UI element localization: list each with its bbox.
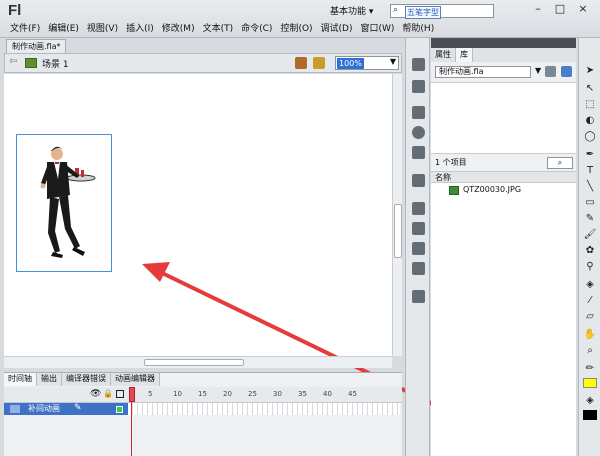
pencil-icon: ✎ <box>74 403 82 413</box>
frame-number: 20 <box>223 390 232 398</box>
library-preview <box>431 82 576 154</box>
paint-bucket-icon[interactable]: ◈ <box>583 278 597 292</box>
pen-tool-icon[interactable]: ✒ <box>583 148 597 162</box>
tab-properties[interactable]: 属性 <box>431 48 456 62</box>
frame-number: 35 <box>298 390 307 398</box>
tab-timeline[interactable]: 时间轴 <box>4 373 37 386</box>
stage-horizontal-scrollbar[interactable] <box>4 356 392 368</box>
frame-number: 15 <box>198 390 207 398</box>
library-document-select[interactable]: 制作动画.fla <box>435 66 531 78</box>
layer-row[interactable]: 补间动画 ✎ <box>4 403 128 415</box>
transform-icon[interactable] <box>412 146 425 159</box>
new-library-icon[interactable] <box>561 66 572 77</box>
scroll-thumb[interactable] <box>144 359 244 366</box>
hand-tool-icon[interactable]: ✋ <box>583 328 597 342</box>
stroke-color-icon[interactable]: ✏ <box>583 362 597 376</box>
rectangle-tool-icon[interactable]: ▭ <box>583 196 597 210</box>
deco-tool-icon[interactable]: ✿ <box>583 244 597 258</box>
free-transform-icon[interactable]: ⬚ <box>583 98 597 112</box>
frame-number: 45 <box>348 390 357 398</box>
frame-number: 10 <box>173 390 182 398</box>
color-panel-icon[interactable] <box>412 58 425 71</box>
line-tool-icon[interactable]: ╲ <box>583 180 597 194</box>
eyedropper-icon[interactable]: ⁄ <box>583 294 597 308</box>
fill-color-swatch[interactable] <box>583 410 597 420</box>
tools-panel: ➤ ↖ ⬚ ◐ ◯ ✒ T ╲ ▭ ✎ 🖌 ✿ ⚲ ◈ ⁄ ▱ ✋ ⌕ ✏ ◈ <box>578 38 600 456</box>
list-item-label: QTZ00030.JPG <box>463 185 522 194</box>
layer-color-icon[interactable] <box>116 406 123 413</box>
frame-number: 30 <box>273 390 282 398</box>
scroll-thumb[interactable] <box>394 204 402 258</box>
tab-library[interactable]: 库 <box>456 48 473 62</box>
tab-compiler-errors[interactable]: 编译器错误 <box>62 373 111 386</box>
projects-icon[interactable] <box>412 262 425 275</box>
library-list: QTZ00030.JPG <box>431 183 576 456</box>
chevron-down-icon[interactable]: ▼ <box>535 66 541 75</box>
align-icon[interactable] <box>412 106 425 119</box>
swatches-icon[interactable] <box>412 80 425 93</box>
component-inspector-icon[interactable] <box>412 222 425 235</box>
playhead[interactable] <box>129 387 135 456</box>
timeline-panel: 时间轴 输出 编译器错误 动画编辑器 👁 🔒 5 10 15 20 25 30 … <box>4 372 402 456</box>
zoom-tool-icon[interactable]: ⌕ <box>583 344 597 358</box>
list-item[interactable]: QTZ00030.JPG <box>431 183 576 197</box>
lasso-icon[interactable]: ◯ <box>583 130 597 144</box>
fill-color-icon[interactable]: ◈ <box>583 394 597 408</box>
eye-icon[interactable]: 👁 <box>90 389 101 399</box>
selection-tool-icon[interactable]: ➤ <box>583 64 597 78</box>
frame-number: 25 <box>248 390 257 398</box>
layer-icon <box>10 405 20 413</box>
timeline-tabs: 时间轴 输出 编译器错误 动画编辑器 <box>4 373 160 386</box>
3d-rotation-icon[interactable]: ◐ <box>583 114 597 128</box>
pencil-tool-icon[interactable]: ✎ <box>583 212 597 226</box>
frame-number: 5 <box>148 390 153 398</box>
outline-icon[interactable] <box>116 390 124 398</box>
brush-tool-icon[interactable]: 🖌 <box>583 228 597 242</box>
bitmap-icon <box>449 186 459 195</box>
bone-tool-icon[interactable]: ⚲ <box>583 260 597 274</box>
timeline-header: 👁 🔒 5 10 15 20 25 30 35 40 45 <box>4 387 402 403</box>
stroke-color-swatch[interactable] <box>583 378 597 388</box>
panel-tabs: 属性 库 <box>431 48 576 62</box>
layer-name[interactable]: 补间动画 <box>28 403 60 415</box>
tab-output[interactable]: 输出 <box>37 373 62 386</box>
motion-presets-icon[interactable] <box>412 242 425 255</box>
pin-icon[interactable] <box>545 66 556 77</box>
eraser-icon[interactable]: ▱ <box>583 310 597 324</box>
screen-icon[interactable] <box>412 290 425 303</box>
code-snippets-icon[interactable] <box>412 174 425 187</box>
library-search[interactable]: ⌕ <box>547 157 573 169</box>
subselection-tool-icon[interactable]: ↖ <box>583 82 597 96</box>
frame-number: 40 <box>323 390 332 398</box>
tab-motion-editor[interactable]: 动画编辑器 <box>111 373 160 386</box>
library-panel: 属性 库 制作动画.fla ▼ 1 个项目 ⌕ 名称 QTZ00030.JPG <box>431 38 576 456</box>
stage-vertical-scrollbar[interactable] <box>392 74 402 356</box>
collapsed-panels-strip <box>405 38 430 456</box>
text-tool-icon[interactable]: T <box>583 164 597 178</box>
library-column-header[interactable]: 名称 <box>431 171 576 183</box>
components-icon[interactable] <box>412 202 425 215</box>
panel-grip[interactable] <box>431 38 576 48</box>
frame-grid[interactable] <box>128 403 400 415</box>
lock-icon[interactable]: 🔒 <box>103 389 113 398</box>
item-count: 1 个项目 <box>435 158 467 167</box>
column-name: 名称 <box>435 173 451 182</box>
info-icon[interactable] <box>412 126 425 139</box>
